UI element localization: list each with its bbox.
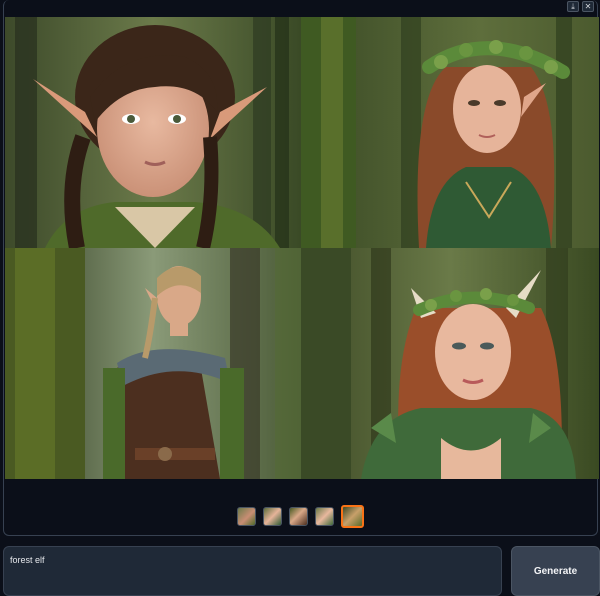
- gallery-image-3[interactable]: [5, 248, 301, 479]
- elf-portrait-1-image: [5, 17, 301, 248]
- gallery-image-4[interactable]: [301, 248, 599, 479]
- thumbnail-5-selected[interactable]: [341, 505, 364, 528]
- elf-portrait-4-image: [301, 248, 599, 479]
- download-icon[interactable]: ⤓: [567, 1, 579, 12]
- generate-button[interactable]: Generate: [511, 546, 600, 596]
- prompt-input[interactable]: forest elf: [3, 546, 502, 596]
- close-icon[interactable]: ✕: [582, 1, 594, 12]
- gallery-image-2[interactable]: [301, 17, 599, 248]
- thumbnail-4[interactable]: [315, 507, 334, 526]
- thumbnail-2[interactable]: [263, 507, 282, 526]
- prompt-text: forest elf: [10, 555, 45, 565]
- thumbnail-3[interactable]: [289, 507, 308, 526]
- thumbnail-1[interactable]: [237, 507, 256, 526]
- elf-portrait-2-image: [301, 17, 599, 248]
- gallery-toolbar: ⤓ ✕: [567, 1, 594, 12]
- image-grid: [5, 17, 599, 479]
- gallery-image-1[interactable]: [5, 17, 301, 248]
- thumbnail-strip: [4, 505, 597, 528]
- image-gallery: ⤓ ✕: [3, 0, 599, 536]
- elf-portrait-3-image: [5, 248, 301, 479]
